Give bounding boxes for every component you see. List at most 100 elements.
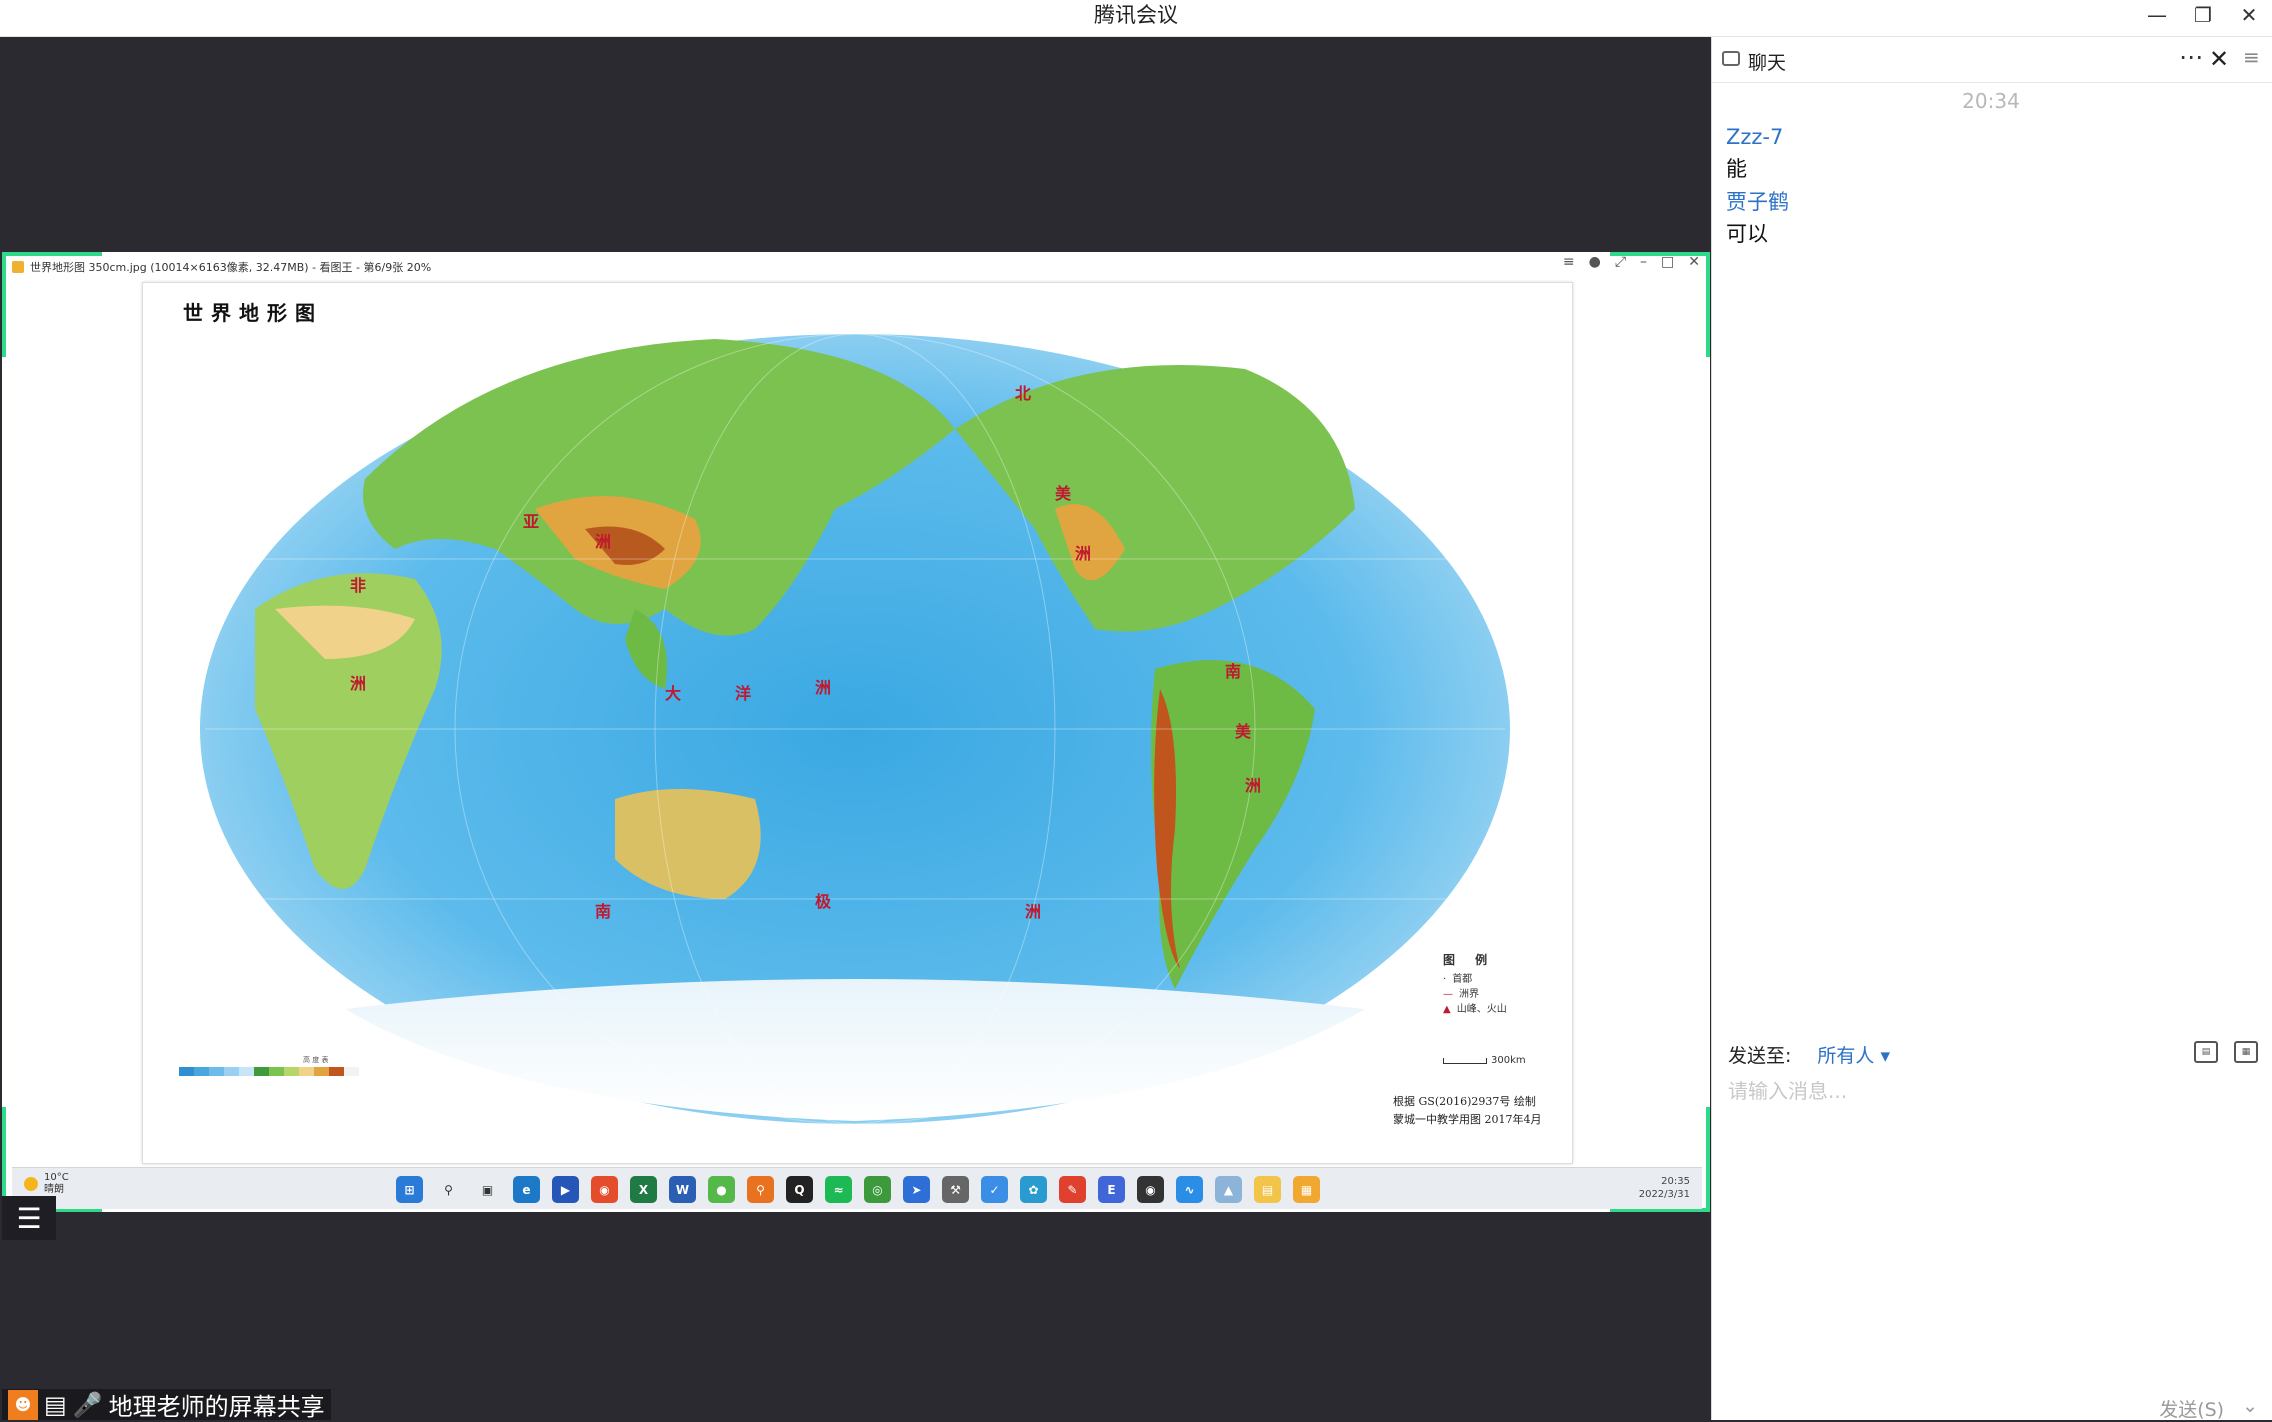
- viewer-fullscreen-icon[interactable]: ⤢: [1615, 254, 1626, 270]
- task-view-icon: ▣: [481, 1182, 494, 1197]
- svg-text:洲: 洲: [595, 532, 611, 551]
- capital-symbol-icon: ·: [1443, 974, 1447, 985]
- message-sender[interactable]: Zzz-7: [1726, 121, 2256, 153]
- shared-windows-taskbar: 10°C 晴朗 ⊞ ⚲ ▣ e ▶ ◉ X W ● ⚲ Q ≈ ◎ ➤ ⚒ ✓ …: [12, 1167, 1702, 1209]
- file-explorer-icon: ▤: [1254, 1176, 1281, 1203]
- map-scale: 300km: [1443, 1055, 1526, 1066]
- weather-widget: 10°C 晴朗: [24, 1172, 69, 1196]
- menu-icon[interactable]: ≡: [2243, 45, 2260, 69]
- map-legend: 图 例 · 首都 — 洲界 ▲ 山峰、火山: [1443, 953, 1507, 1017]
- elevation-scale: [179, 1067, 359, 1076]
- share-corner: [2, 252, 6, 357]
- share-corner: [1706, 1107, 1710, 1212]
- svg-text:洲: 洲: [1245, 776, 1261, 795]
- spotify-icon: ≈: [825, 1176, 852, 1203]
- send-button-group: 发送(S) ⌄: [2159, 1395, 2258, 1422]
- world-map-image: 世界地形图 非 洲 亚 洲 北 美 洲 南 美 洲 大 洋 洲 南 极 洲 高 …: [142, 282, 1573, 1164]
- elevation-label: 高 度 表: [303, 1056, 329, 1064]
- legend-title: 图 例: [1443, 953, 1496, 967]
- image-viewer-taskbar-icon: ▲: [1215, 1176, 1242, 1203]
- member-list-button[interactable]: ☰: [2, 1196, 56, 1240]
- svg-text:洲: 洲: [1075, 544, 1091, 563]
- close-chat-icon[interactable]: ✕: [2209, 45, 2229, 73]
- tools-app-icon: ⚒: [942, 1176, 969, 1203]
- svg-text:大: 大: [665, 684, 681, 703]
- svg-text:非: 非: [350, 576, 366, 595]
- message-sender[interactable]: 贾子鹤: [1726, 186, 2256, 218]
- excel-icon: X: [630, 1176, 657, 1203]
- magnifier-app-icon: ⚲: [747, 1176, 774, 1203]
- edge-browser-icon: e: [513, 1176, 540, 1203]
- chat-tools: ▤ ▦: [2194, 1041, 2258, 1063]
- pdf-app-icon: ✎: [1059, 1176, 1086, 1203]
- media-player-icon: ▶: [552, 1176, 579, 1203]
- taskbar-clock: 20:35 2022/3/31: [1638, 1176, 1690, 1200]
- chat-header: 聊天 ⋯ ✕ ≡: [1712, 37, 2272, 83]
- globe-app-icon: ◎: [864, 1176, 891, 1203]
- image-viewer-titlebar: 世界地形图 350cm.jpg (10014×6163像素, 32.47MB) …: [12, 256, 431, 278]
- map-credits: 根据 GS(2016)2937号 绘制 蒙城一中教学用图 2017年4月: [1393, 1095, 1542, 1126]
- microphone-icon: 🎤: [72, 1390, 103, 1419]
- svg-text:洋: 洋: [735, 684, 751, 703]
- tencent-meeting-icon: ∿: [1176, 1176, 1203, 1203]
- chevron-down-icon[interactable]: ⌄: [2242, 1395, 2258, 1422]
- image-viewer-app-icon: [12, 261, 24, 273]
- viewer-close-icon[interactable]: ✕: [1688, 254, 1700, 270]
- file-icon[interactable]: ▤: [2194, 1041, 2218, 1063]
- notes-app-icon: ▦: [1293, 1176, 1320, 1203]
- announcement-icon[interactable]: ▦: [2234, 1041, 2258, 1063]
- legend-item: · 首都: [1443, 974, 1473, 985]
- svg-text:洲: 洲: [1025, 902, 1041, 921]
- qq-icon: Q: [786, 1176, 813, 1203]
- viewer-menu-icon[interactable]: ≡: [1563, 254, 1575, 270]
- network-app-icon: ✿: [1020, 1176, 1047, 1203]
- chat-panel: 聊天 ⋯ ✕ ≡ 20:34 Zzz-7 能 贾子鹤 可以 发送至: 所有人 ▾…: [1711, 37, 2272, 1422]
- svg-text:洲: 洲: [815, 678, 831, 697]
- send-button[interactable]: 发送(S): [2159, 1395, 2224, 1422]
- message-timestamp: 20:34: [1962, 89, 2020, 113]
- screen-share-icon: ▤: [44, 1390, 67, 1419]
- presenter-name-tag: ☻ ▤ 🎤 地理老师的屏幕共享: [2, 1389, 331, 1421]
- svg-text:洲: 洲: [350, 674, 366, 693]
- peak-symbol-icon: ▲: [1443, 1004, 1451, 1015]
- scale-bar: [1443, 1057, 1487, 1064]
- restore-icon[interactable]: ❐: [2180, 0, 2226, 30]
- svg-text:北: 北: [1015, 384, 1031, 403]
- taskbar-icons: ⊞ ⚲ ▣ e ▶ ◉ X W ● ⚲ Q ≈ ◎ ➤ ⚒ ✓ ✿ ✎ E ◉ …: [396, 1176, 1320, 1203]
- svg-text:极: 极: [815, 892, 832, 911]
- viewer-minimize-icon[interactable]: –: [1640, 254, 1647, 270]
- world-terrain-map: 非洲 亚洲 北美洲 南美洲 大洋洲 南极洲: [200, 333, 1510, 1125]
- obs-icon: ◉: [1137, 1176, 1164, 1203]
- close-icon[interactable]: ✕: [2226, 0, 2272, 30]
- window-title: 腾讯会议: [1094, 3, 1178, 27]
- search-icon: ⚲: [444, 1182, 453, 1197]
- chrome-icon: ◉: [591, 1176, 618, 1203]
- shared-screen[interactable]: 世界地形图 350cm.jpg (10014×6163像素, 32.47MB) …: [2, 252, 1710, 1212]
- more-options-icon[interactable]: ⋯: [2179, 43, 2203, 71]
- svg-text:美: 美: [1055, 484, 1072, 503]
- recipient-dropdown[interactable]: 所有人 ▾: [1817, 1041, 1890, 1068]
- svg-text:南: 南: [1225, 662, 1241, 681]
- minimize-icon[interactable]: —: [2134, 0, 2180, 30]
- chat-bubble-icon: [1722, 51, 1740, 66]
- send-to-label: 发送至:: [1728, 1044, 1792, 1067]
- svg-text:亚: 亚: [523, 512, 539, 531]
- share-corner: [1706, 252, 1710, 357]
- windows-start-icon: ⊞: [396, 1176, 423, 1203]
- antarctica-shape: [345, 979, 1365, 1121]
- user-avatar-icon: ☻: [8, 1389, 38, 1420]
- viewer-skin-icon[interactable]: ●: [1589, 254, 1601, 270]
- feishu-icon: ➤: [903, 1176, 930, 1203]
- message-input[interactable]: 请输入消息...: [1728, 1075, 1847, 1104]
- viewer-maximize-icon[interactable]: □: [1661, 254, 1674, 270]
- message-text: 能: [1726, 157, 1747, 181]
- check-app-icon: ✓: [981, 1176, 1008, 1203]
- window-controls: — ❐ ✕: [2134, 0, 2272, 30]
- image-viewer-title: 世界地形图 350cm.jpg (10014×6163像素, 32.47MB) …: [30, 261, 432, 274]
- message-list: 20:34 Zzz-7 能 贾子鹤 可以: [1726, 89, 2256, 251]
- wechat-icon: ●: [708, 1176, 735, 1203]
- title-bar: 腾讯会议 — ❐ ✕: [0, 0, 2272, 37]
- sun-icon: [24, 1177, 38, 1191]
- legend-item: ▲ 山峰、火山: [1443, 1004, 1507, 1015]
- presenter-label: 地理老师的屏幕共享: [108, 1393, 325, 1421]
